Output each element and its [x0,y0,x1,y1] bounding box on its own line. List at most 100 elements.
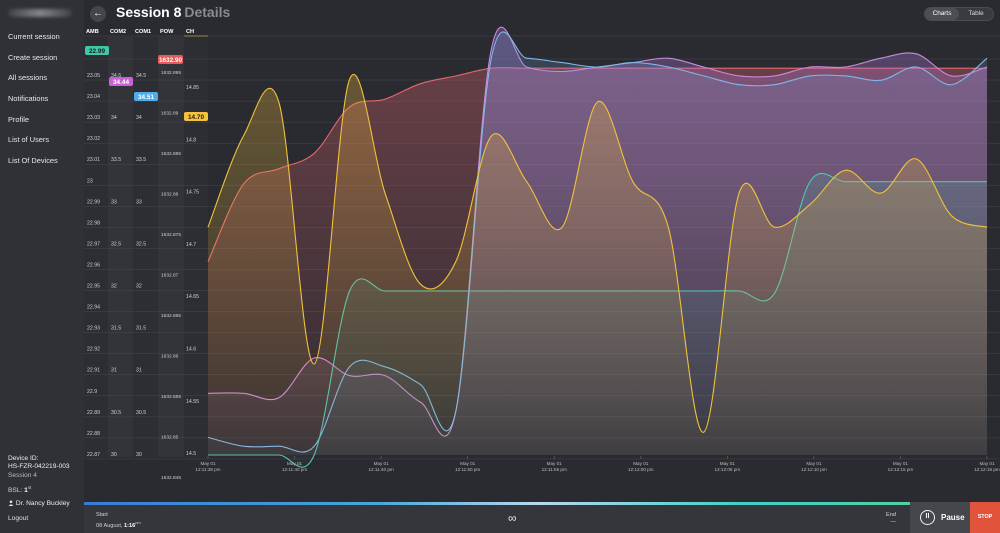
com1-tick-label: 33 [136,199,142,205]
current-value-com2: 34.44 [113,79,129,86]
pow-tick-label: 1632.87 [161,273,179,279]
com2-tick-label: 33.5 [111,157,121,163]
x-tick-time: 12:12:05 pm [715,467,741,472]
bsl-label: BSL: [8,487,23,495]
bsl-info: BSL: 1st [8,484,70,495]
pow-tick-label: 1632.885 [161,151,181,157]
amb-tick-label: 22.91 [87,368,100,374]
amb-tick-label: 22.95 [87,284,100,290]
x-tick-date: May 01 [893,461,909,466]
amb-tick-label: 22.93 [87,326,100,332]
pow-tick-label: 1632.89 [161,111,179,117]
x-tick-date: May 01 [547,461,563,466]
x-tick-date: May 01 [460,461,476,466]
sidebar-item-profile[interactable]: Profile [8,115,60,136]
com1-tick-label: 31 [136,368,142,374]
pow-tick-label: 1632.895 [161,70,181,76]
pow-tick-label: 1632.875 [161,232,181,238]
amb-tick-label: 23.01 [87,157,100,163]
session-label: Session 4 [8,471,37,479]
sidebar-item-create-session[interactable]: Create session [8,53,60,74]
ch-tick-label: 14.75 [186,190,199,196]
pow-tick-label: 1632.855 [161,394,181,400]
ch-tick-label: 14.8 [186,137,196,143]
pow-tick-label: 1632.865 [161,313,181,319]
sidebar-item-notifications[interactable]: Notifications [8,94,60,115]
amb-tick-label: 22.97 [87,241,100,247]
axis-header-com1: COM1 [135,29,151,35]
current-value-amb: 22.99 [89,48,105,55]
footer-bar [84,505,910,533]
amb-tick-label: 22.89 [87,410,100,416]
axis-header-pow: POW [160,29,174,35]
amb-tick-label: 22.99 [87,199,100,205]
x-tick-date: May 01 [374,461,390,466]
x-tick-date: May 01 [633,461,649,466]
axis-header-amb: AMB [86,29,99,35]
pow-tick-label: 1632.86 [161,354,179,360]
logout-link[interactable]: Logout [8,515,28,522]
ch-tick-label: 14.6 [186,347,196,353]
ch-tick-label: 14.55 [186,399,199,405]
amb-tick-label: 22.96 [87,262,100,268]
start-suffix: pm [135,520,141,525]
doctor-name: Dr. Nancy Buckley [15,500,70,508]
sidebar-item-current-session[interactable]: Current session [8,32,60,53]
person-icon [8,500,16,507]
amb-tick-label: 23.03 [87,115,100,121]
com2-tick-label: 33 [111,199,117,205]
amb-tick-label: 23.05 [87,73,100,79]
pause-button[interactable]: II Pause [910,502,970,533]
com2-tick-label: 31 [111,368,117,374]
amb-tick-label: 22.9 [87,389,97,395]
x-tick-time: 12:12:15 pm [888,467,914,472]
sidebar-item-all-sessions[interactable]: All sessions [8,73,60,94]
amb-tick-label: 22.88 [87,431,100,437]
bsl-suffix: st [27,484,32,490]
x-tick-time: 12:11:50 pm [455,467,480,472]
amb-tick-label: 22.87 [87,452,100,458]
current-value-com1: 34.51 [138,94,154,101]
x-tick-time: 12:11:55 pm [542,467,567,472]
start-date: 08 August, [96,522,123,529]
device-id: HS-FZR-042219-003 [8,463,70,471]
axis-header-ch: CH [186,29,194,35]
axis-header-com2: COM2 [110,29,126,35]
x-tick-date: May 01 [806,461,822,466]
sidebar-item-list-of-devices[interactable]: List Of Devices [8,156,60,177]
com2-tick-label: 32 [111,284,117,290]
end-info: End — [886,512,896,526]
sidebar: Current session Create session All sessi… [0,0,84,533]
axis-column-pow [158,37,184,457]
current-value-ch: 14.70 [188,114,204,121]
app-logo [8,9,72,17]
pause-icon: II [920,510,935,525]
ch-tick-label: 14.65 [186,294,199,300]
end-value: — [890,519,896,525]
session-chart: AMB COM2 COM1 POW CH 23.05 23.04 23.03 23.02 23.0… [84,26,1000,481]
x-tick-time: 12:12:16 pm [974,467,1000,472]
device-info: Device ID: HS-FZR-042219-003 Session 4 B… [8,455,70,509]
doctor-info: Dr. Nancy Buckley [8,500,70,508]
pow-tick-label: 1632.88 [161,192,179,198]
end-label: End [886,512,896,518]
stop-button[interactable]: STOP [970,502,1000,533]
pause-label: Pause [941,513,965,522]
com2-tick-label: 30.5 [111,410,121,416]
start-info: Start 08 August, 1:16pm [96,512,141,530]
device-id-label: Device ID: [8,455,39,462]
sidebar-nav: Current session Create session All sessi… [8,32,60,177]
x-tick-date: May 01 [287,461,303,466]
ch-tick-label: 14.85 [186,85,199,91]
start-time: 1:16 [124,522,136,529]
com1-tick-label: 32.5 [136,241,146,247]
amb-tick-label: 23.04 [87,94,100,100]
com1-tick-label: 30 [136,452,142,458]
sidebar-item-list-of-users[interactable]: List of Users [8,135,60,156]
amb-tick-label: 23.02 [87,136,100,142]
com1-tick-label: 34 [136,115,142,121]
x-tick-time: 12:12:10 pm [801,467,827,472]
x-tick-time: 12:11:40 pm [369,467,394,472]
infinity-icon[interactable]: ∞ [508,511,517,525]
com1-tick-label: 33.5 [136,157,146,163]
